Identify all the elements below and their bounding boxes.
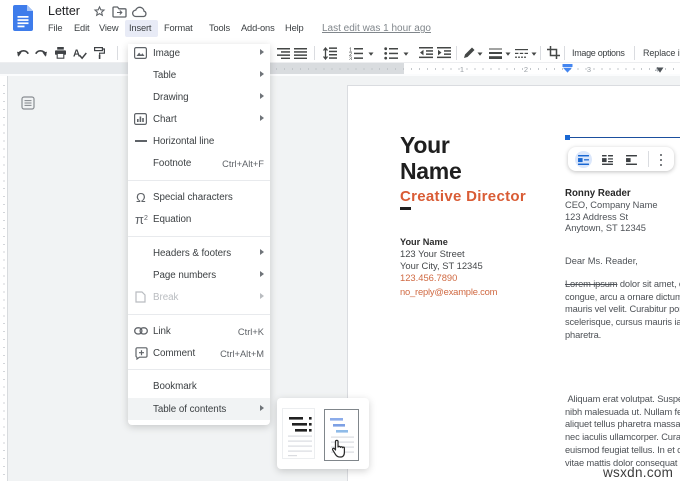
svg-text:A: A bbox=[73, 49, 80, 60]
svg-text:3: 3 bbox=[349, 57, 352, 61]
